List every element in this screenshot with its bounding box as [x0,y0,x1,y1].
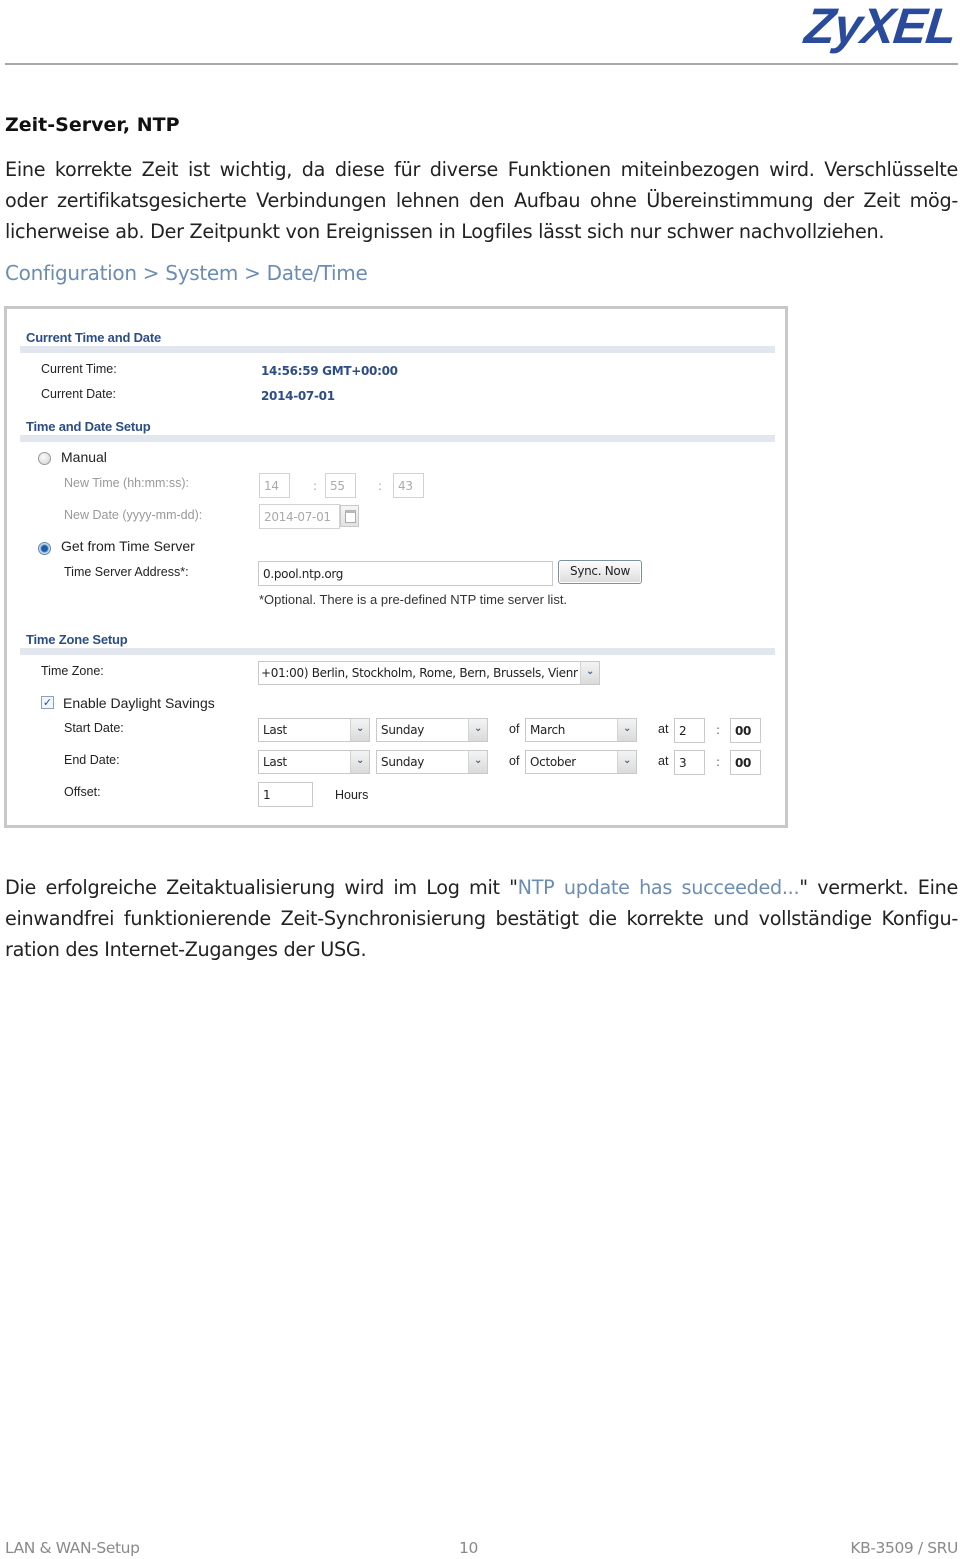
end-date-label: End Date: [64,753,120,767]
footer-right: KB-3509 / SRU [850,1539,958,1557]
of-label: of [509,722,520,736]
section-title-current: Current Time and Date [26,330,161,345]
chevron-down-icon: ⌄ [617,719,636,741]
time-server-radio[interactable] [38,542,51,555]
offset-label: Offset: [64,785,101,799]
daylight-savings-checkbox[interactable]: ✓ [41,696,54,709]
chevron-down-icon: ⌄ [350,751,369,773]
outro-paragraph: Die erfolgreiche Zeitaktualisierung wird… [5,872,958,965]
at-label: at [658,754,669,768]
intro-line: Eine korrekte Zeit ist wichtig, da diese… [5,158,958,181]
outro-line: Die erfolgreiche Zeitaktualisierung wird… [5,872,958,903]
section-divider [20,648,775,655]
section-title-setup: Time and Date Setup [26,419,151,434]
new-time-label: New Time (hh:mm:ss): [64,476,190,490]
new-date-label: New Date (yyyy-mm-dd): [64,508,203,522]
time-zone-select[interactable]: +01:00) Berlin, Stockholm, Rome, Bern, B… [258,661,600,685]
footer-left: LAN & WAN-Setup [5,1539,140,1557]
outro-text: " vermerkt. Eine [799,876,958,899]
manual-radio[interactable] [38,452,51,465]
manual-label: Manual [61,449,107,465]
zyxel-logo: ZyXEL [802,0,959,54]
start-day-select[interactable]: Sunday ⌄ [376,718,488,742]
current-date-label: Current Date: [41,387,117,401]
new-time-hour-input[interactable]: 14 [259,473,290,498]
end-day-select[interactable]: Sunday ⌄ [376,750,488,774]
start-month-select[interactable]: March ⌄ [525,718,637,742]
time-zone-label: Time Zone: [41,664,104,678]
end-week-value: Last [263,755,287,769]
end-day-value: Sunday [381,755,425,769]
start-date-label: Start Date: [64,721,124,735]
time-zone-value: +01:00) Berlin, Stockholm, Rome, Bern, B… [261,666,578,680]
start-month-value: March [530,723,566,737]
end-minute-input[interactable]: 00 [730,750,761,775]
end-month-select[interactable]: October ⌄ [525,750,637,774]
chevron-down-icon: ⌄ [617,751,636,773]
time-separator: : [313,479,318,493]
chevron-down-icon: ⌄ [580,662,599,684]
time-server-label: Get from Time Server [61,538,195,554]
at-label: at [658,722,669,736]
start-week-select[interactable]: Last ⌄ [258,718,370,742]
outro-line: ration des Internet-Zuganges der USG. [5,938,367,961]
page-heading: Zeit-Server, NTP [5,114,180,136]
end-week-select[interactable]: Last ⌄ [258,750,370,774]
breadcrumb: Configuration > System > Date/Time [5,261,368,285]
chevron-down-icon: ⌄ [350,719,369,741]
section-title-timezone: Time Zone Setup [26,632,128,647]
log-message-highlight: NTP update has succeeded... [517,876,800,899]
time-server-address-input[interactable]: 0.pool.ntp.org [258,561,553,586]
current-date-value: 2014-07-01 [261,389,335,403]
new-date-input[interactable]: 2014-07-01 [259,504,340,529]
new-time-minute-input[interactable]: 55 [325,473,356,498]
intro-line: oder zertifikatsgesicherte Verbindungen … [5,189,958,212]
datetime-screenshot: Current Time and Date Current Time: 14:5… [4,306,788,828]
intro-line: licherweise ab. Der Zeitpunkt von Ereign… [5,220,885,243]
outro-text: Die erfolgreiche Zeitaktualisierung wird… [5,876,518,899]
optional-note: *Optional. There is a pre-defined NTP ti… [259,592,568,607]
sync-now-button[interactable]: Sync. Now [558,560,642,584]
outro-line: einwandfrei funktionierende Zeit-Synchro… [5,907,958,930]
footer-page-number: 10 [459,1539,478,1557]
new-time-second-input[interactable]: 43 [393,473,424,498]
offset-input[interactable]: 1 [258,782,313,807]
start-minute-input[interactable]: 00 [730,718,761,743]
header-divider [5,63,958,65]
section-divider [20,435,775,442]
end-month-value: October [530,755,576,769]
time-separator: : [716,755,721,769]
end-hour-input[interactable]: 3 [674,750,705,775]
start-hour-input[interactable]: 2 [674,718,705,743]
start-day-value: Sunday [381,723,425,737]
time-separator: : [378,479,383,493]
time-server-address-label: Time Server Address*: [64,565,189,579]
intro-paragraph: Eine korrekte Zeit ist wichtig, da diese… [5,154,958,247]
daylight-savings-label: Enable Daylight Savings [63,695,215,711]
section-divider [20,346,775,353]
start-week-value: Last [263,723,287,737]
time-separator: : [716,723,721,737]
chevron-down-icon: ⌄ [468,751,487,773]
of-label: of [509,754,520,768]
offset-unit: Hours [335,788,369,802]
chevron-down-icon: ⌄ [468,719,487,741]
current-time-value: 14:56:59 GMT+00:00 [261,364,398,378]
calendar-icon[interactable] [340,505,359,527]
current-time-label: Current Time: [41,362,117,376]
